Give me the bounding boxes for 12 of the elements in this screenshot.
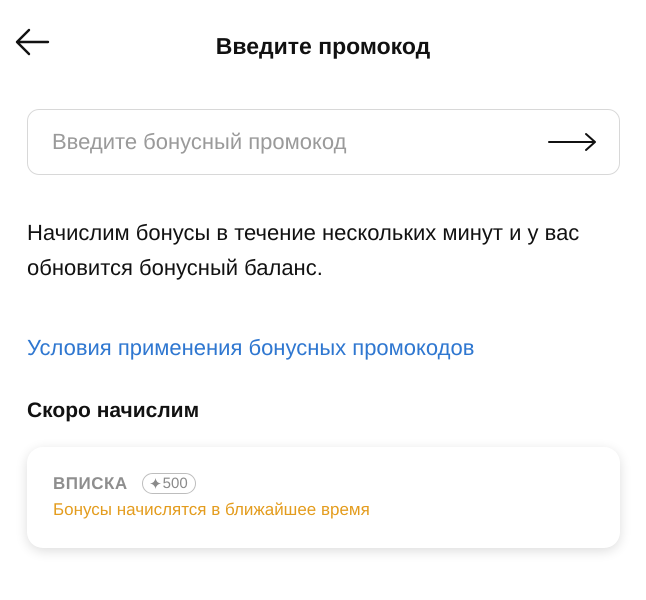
screen-title: Введите промокод [216, 32, 430, 60]
promo-code: ВПИСКА [53, 474, 128, 494]
terms-link[interactable]: Условия применения бонусных промокодов [27, 335, 619, 361]
section-heading: Скоро начислим [27, 399, 200, 423]
back-arrow-icon [14, 28, 50, 56]
sparkle-icon [150, 478, 161, 489]
status-text: Бонусы начислятся в ближайшее время [53, 500, 371, 520]
description-text: Начислим бонусы в течение нескольких минут и у вас обновится бонусный баланс. [27, 219, 580, 282]
promo-code-field[interactable]: Введите бонусный промокод [27, 109, 620, 175]
submit-arrow-icon[interactable] [548, 132, 598, 152]
back-button[interactable] [14, 28, 50, 56]
bonus-amount: 500 [162, 475, 188, 492]
